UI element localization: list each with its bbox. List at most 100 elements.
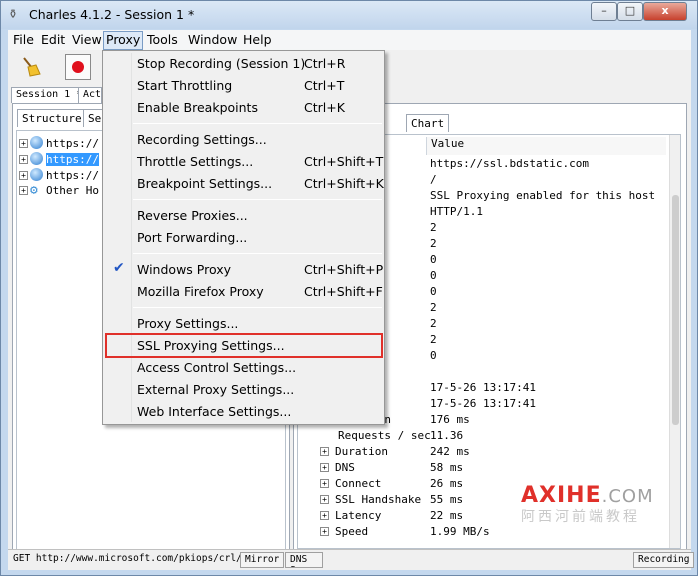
mirror-button[interactable]: Mirror (240, 552, 285, 568)
menu-window[interactable]: Window (186, 32, 239, 47)
menu-item-throttle-settings[interactable]: Throttle Settings... Ctrl+Shift+T (105, 151, 384, 173)
table-row-expander[interactable]: + (320, 477, 331, 490)
expand-icon[interactable]: + (320, 447, 329, 456)
row-name: SSL Handshake (335, 493, 422, 506)
tree-node-label: https:// (46, 137, 99, 150)
menu-separator (133, 253, 382, 254)
minimize-button[interactable]: – (591, 2, 617, 21)
proxy-dropdown-menu: Stop Recording (Session 1) Ctrl+R Start Th… (102, 50, 385, 425)
ssl-proxying-highlight (105, 333, 383, 358)
recording-button[interactable]: Recording (633, 552, 695, 568)
menu-item-stop-recording-session-1[interactable]: Stop Recording (Session 1) Ctrl+R (105, 53, 382, 75)
tree-node-label: Other Ho (46, 184, 99, 197)
row-name: Latency (335, 509, 382, 522)
tab-chart[interactable]: Chart (406, 114, 450, 132)
menu-item-external-proxy-settings[interactable]: External Proxy Settings... (105, 379, 382, 401)
tab-structure[interactable]: Structure (17, 109, 87, 127)
charles-app-icon: ⚱ (8, 7, 19, 21)
row-value: 0 (430, 349, 437, 362)
row-value: HTTP/1.1 (430, 205, 483, 218)
checkmark-icon: ✔ (113, 260, 125, 276)
menu-item-windows-proxy[interactable]: ✔ Windows Proxy Ctrl+Shift+P (105, 259, 383, 281)
expand-icon[interactable]: + (19, 155, 28, 164)
menu-item-shortcut: Ctrl+R (304, 56, 346, 71)
globe-icon (30, 168, 43, 181)
row-value: 2 (430, 237, 437, 250)
menu-item-label: Enable Breakpoints (137, 100, 258, 115)
menu-proxy[interactable]: Proxy (103, 31, 144, 50)
menu-item-reverse-proxies[interactable]: Reverse Proxies... (105, 205, 382, 227)
expand-icon[interactable]: + (19, 186, 28, 195)
row-value: 2 (430, 221, 437, 234)
maximize-button[interactable]: □ (617, 2, 643, 21)
menu-item-label: Throttle Settings... (137, 154, 254, 169)
scrollbar-thumb[interactable] (672, 195, 679, 425)
table-row-expander[interactable]: + (320, 509, 331, 522)
menu-item-recording-settings[interactable]: Recording Settings... (105, 129, 382, 151)
row-value: 58 ms (430, 461, 464, 474)
menu-item-port-forwarding[interactable]: Port Forwarding... (105, 227, 382, 249)
menu-item-label: Port Forwarding... (137, 230, 248, 245)
status-request-text: GET http://www.microsoft.com/pkiops/crl/… (13, 553, 265, 564)
record-icon (72, 61, 84, 73)
menu-edit[interactable]: Edit (39, 32, 67, 47)
tree-node[interactable]: + https:// (19, 136, 99, 152)
menu-item-start-throttling[interactable]: Start Throttling Ctrl+T (105, 75, 382, 97)
row-value: 17-5-26 13:17:41 (430, 397, 536, 410)
close-button[interactable]: x (643, 2, 687, 21)
expand-icon[interactable]: + (320, 495, 329, 504)
expand-icon[interactable]: + (320, 527, 329, 536)
tree-node[interactable]: + ⚙ Other Ho (19, 184, 99, 200)
menu-item-label: Start Throttling (137, 78, 233, 93)
row-value: 2 (430, 333, 437, 346)
table-row-expander[interactable]: + (320, 493, 331, 506)
tree-node-selected[interactable]: + https:// (19, 152, 99, 168)
menu-item-shortcut: Ctrl+Shift+T (304, 154, 384, 169)
expand-icon[interactable]: + (320, 463, 329, 472)
menu-help[interactable]: Help (241, 32, 274, 47)
menu-view[interactable]: View (70, 32, 104, 47)
menu-item-enable-breakpoints[interactable]: Enable Breakpoints Ctrl+K (105, 97, 382, 119)
row-value: https://ssl.bdstatic.com (430, 157, 589, 170)
table-row-expander[interactable]: + (320, 461, 331, 474)
broom-icon (23, 57, 41, 77)
tab-session-1[interactable]: Session 1 * (11, 87, 88, 103)
watermark-brand-line: AXIHE.COM (521, 483, 654, 508)
record-button[interactable] (65, 54, 91, 80)
menu-item-breakpoint-settings[interactable]: Breakpoint Settings... Ctrl+Shift+K (105, 173, 384, 195)
menu-tools[interactable]: Tools (145, 32, 180, 47)
row-value: 11.36 (430, 429, 464, 442)
menu-item-label: Web Interface Settings... (137, 404, 292, 419)
expand-icon[interactable]: + (320, 511, 329, 520)
row-value: 2 (430, 301, 437, 314)
dns-spoofing-button[interactable]: DNS Sp (285, 552, 323, 568)
expand-icon[interactable]: + (320, 479, 329, 488)
menu-item-access-control-settings[interactable]: Access Control Settings... (105, 357, 382, 379)
menu-file[interactable]: File (11, 32, 36, 47)
row-value: / (430, 173, 437, 186)
menu-bar: File Edit View Proxy Tools Window Help (8, 30, 691, 50)
row-value: 0 (430, 253, 437, 266)
menu-item-label: Recording Settings... (137, 132, 267, 147)
tree-node-label: https:// (46, 153, 99, 166)
menu-item-proxy-settings[interactable]: Proxy Settings... (105, 313, 382, 335)
expand-icon[interactable]: + (19, 171, 28, 180)
menu-separator (133, 123, 382, 124)
menu-item-shortcut: Ctrl+K (304, 100, 345, 115)
expand-icon[interactable]: + (19, 139, 28, 148)
row-value: 0 (430, 269, 437, 282)
menu-separator (133, 199, 382, 200)
clear-session-button[interactable] (18, 54, 44, 80)
table-row-expander[interactable]: + (320, 525, 331, 538)
table-row-expander[interactable]: + (320, 445, 331, 458)
tree-node[interactable]: + https:// (19, 168, 99, 184)
vertical-scrollbar[interactable] (669, 135, 680, 548)
value-column-header[interactable]: Value (426, 137, 666, 155)
menu-item-web-interface-settings[interactable]: Web Interface Settings... (105, 401, 382, 423)
title-bar[interactable]: ⚱ Charles 4.1.2 - Session 1 * – □ x (1, 1, 697, 29)
row-value: 0 (430, 285, 437, 298)
tab-activity[interactable]: Acti (78, 87, 102, 103)
gear-icon: ⚙ (30, 183, 38, 198)
menu-item-mozilla-firefox-proxy[interactable]: Mozilla Firefox Proxy Ctrl+Shift+F (105, 281, 383, 303)
row-value: SSL Proxying enabled for this host (430, 189, 656, 202)
